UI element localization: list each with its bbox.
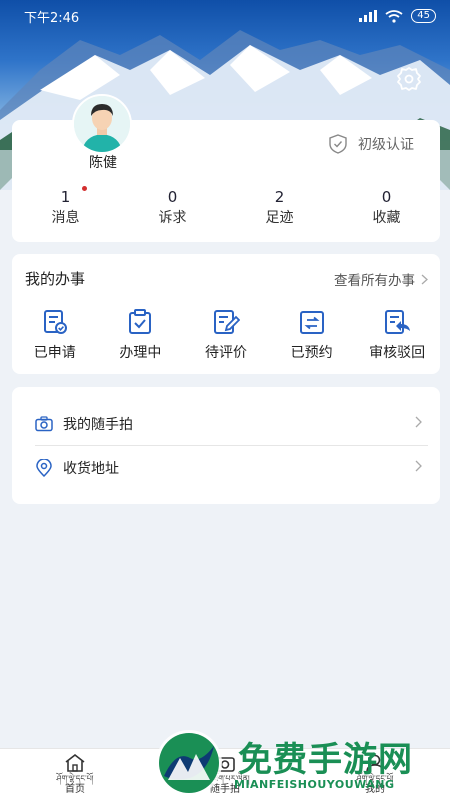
status-bar: 下午2:46 45 (0, 0, 450, 32)
signal-icon (359, 10, 378, 22)
watermark-title: 免费手游网 (238, 740, 413, 780)
stat-count: 1 (60, 188, 71, 206)
list-item-shipping-address[interactable]: 收货地址 (35, 446, 428, 490)
affair-booked[interactable]: 已预约 (269, 308, 355, 362)
watermark-logo-icon (156, 730, 222, 796)
stat-count: 0 (167, 188, 178, 206)
stat-label: 足迹 (265, 210, 294, 226)
processing-icon (129, 309, 152, 334)
section-title: 我的办事 (25, 270, 86, 288)
nav-tibetan-label: ཤོག་ལྷེ་དང་པོ། (56, 774, 94, 783)
to-review-icon (213, 310, 240, 334)
verification-label: 初级认证 (358, 137, 414, 153)
status-time: 下午2:46 (24, 10, 80, 26)
stat-footprints[interactable]: 2 足迹 (226, 188, 333, 227)
stat-appeals[interactable]: 0 诉求 (119, 188, 226, 227)
watermark: 免费手游网 MIANFEISHOUYOUWANG (152, 728, 450, 800)
rejected-icon (385, 310, 411, 334)
view-all-label: 查看所有办事 (334, 273, 415, 289)
affair-to-review[interactable]: 待评价 (183, 308, 269, 362)
camera-icon (35, 415, 53, 431)
chevron-right-icon (415, 416, 422, 428)
affair-processing[interactable]: 办理中 (98, 308, 184, 362)
chevron-right-icon (421, 274, 428, 284)
affair-label: 待评价 (204, 345, 247, 361)
stat-label: 诉求 (158, 210, 187, 226)
affair-label: 审核驳回 (369, 345, 426, 361)
chevron-right-icon (415, 460, 422, 472)
profile-stats: 1 消息 0 诉求 2 足迹 0 收藏 (12, 186, 440, 227)
menu-list-card: 我的随手拍 收货地址 (12, 387, 440, 504)
affair-applied[interactable]: 已申请 (12, 308, 98, 362)
nav-label: 首页 (65, 784, 85, 795)
booked-icon (299, 311, 324, 334)
wifi-icon (385, 9, 403, 23)
location-pin-icon (36, 459, 52, 477)
list-item-label: 收货地址 (63, 461, 119, 477)
affair-rejected[interactable]: 审核驳回 (354, 308, 440, 362)
profile-card: 陈健 初级认证 1 消息 0 诉求 2 足迹 0 收藏 (12, 94, 440, 242)
gear-icon (397, 67, 421, 91)
affair-label: 已预约 (290, 345, 333, 361)
affair-label: 已申请 (33, 345, 76, 361)
shield-icon (329, 134, 347, 154)
my-affairs-card: 我的办事 查看所有办事 已申请 办理中 待评价 已预约 审核驳回 (12, 254, 440, 374)
settings-button[interactable] (396, 66, 422, 92)
view-all-affairs-link[interactable]: 查看所有办事 (334, 269, 428, 289)
unread-dot (82, 186, 87, 191)
verification-status[interactable]: 初级认证 (328, 134, 414, 154)
avatar[interactable] (72, 94, 132, 154)
nav-home[interactable]: ཤོག་ལྷེ་དང་པོ། 首页 (0, 749, 150, 800)
applied-icon (43, 310, 67, 334)
home-icon (65, 753, 85, 772)
stat-messages[interactable]: 1 消息 (12, 186, 119, 227)
stat-label: 收藏 (372, 210, 401, 226)
stat-label: 消息 (51, 210, 80, 226)
stat-count: 2 (274, 188, 285, 206)
affair-label: 办理中 (119, 345, 162, 361)
user-name: 陈健 (89, 155, 117, 171)
battery-indicator: 45 (411, 9, 436, 23)
affairs-shortcuts: 已申请 办理中 待评价 已预约 审核驳回 (12, 308, 440, 362)
watermark-subtitle: MIANFEISHOUYOUWANG (234, 778, 395, 791)
user-avatar-icon (74, 96, 130, 152)
list-item-label: 我的随手拍 (63, 416, 133, 433)
list-item-my-photos[interactable]: 我的随手拍 (35, 402, 428, 446)
stat-count: 0 (381, 188, 392, 206)
stat-favorites[interactable]: 0 收藏 (333, 188, 440, 227)
